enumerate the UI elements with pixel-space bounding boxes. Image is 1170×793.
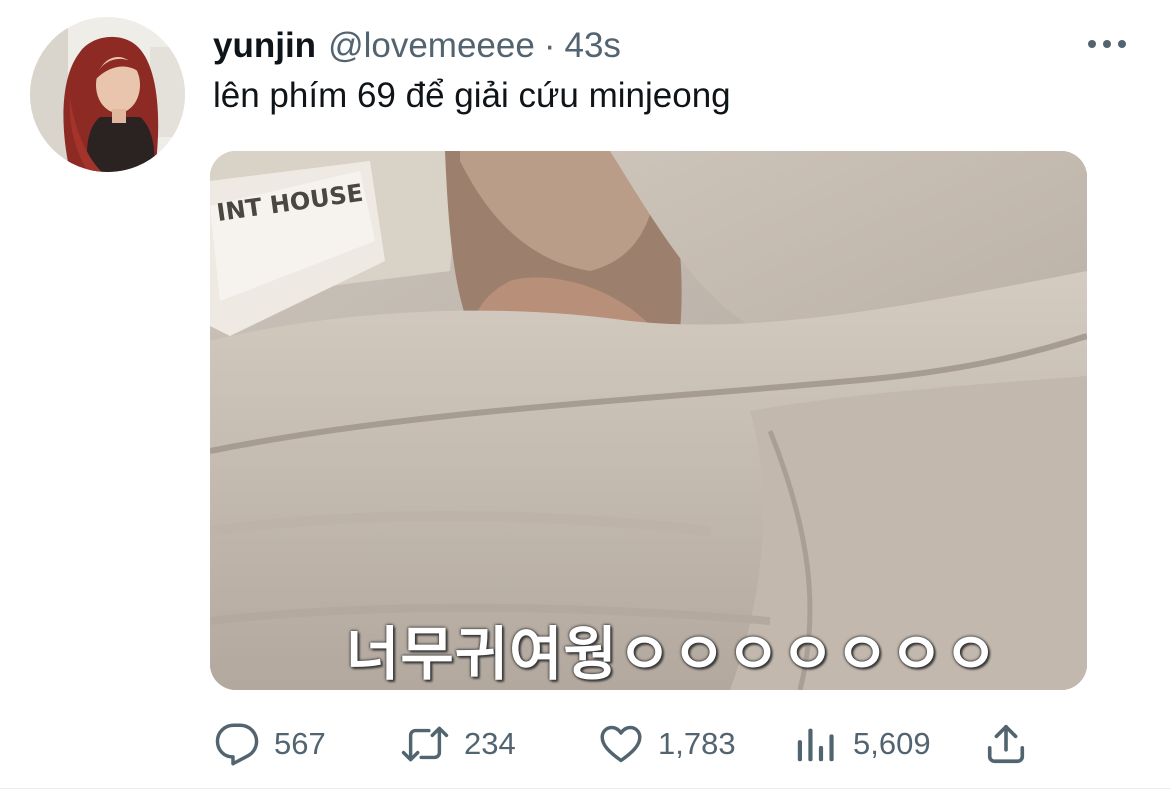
reply-button[interactable]: 567 [214,716,326,772]
media-caption: 너무귀여웡ㅇㅇㅇㅇㅇㅇㅇ [346,620,999,688]
more-options-button[interactable] [1084,28,1130,60]
timestamp[interactable]: 43s [564,22,620,70]
user-handle[interactable]: @lovemeeee [328,22,535,70]
avatar-image [30,17,185,172]
tweet[interactable]: yunjin @lovemeeee · 43s lên phím 69 để g… [0,0,1170,793]
share-button[interactable] [983,716,1029,772]
display-name[interactable]: yunjin [213,22,316,70]
tweet-media[interactable]: INT HOUSE 너무귀여웡ㅇㅇㅇㅇㅇㅇㅇ [210,151,1087,690]
more-horizontal-icon [1088,40,1126,48]
tweet-text: lên phím 69 để giải cứu minjeong [213,76,731,115]
retweet-icon [401,726,449,762]
views-bar-chart-icon [797,728,834,762]
divider [0,788,1170,789]
separator-dot: · [543,26,556,65]
action-bar: 567 234 1,783 5,609 [0,716,1170,772]
reply-bubble-icon [215,723,259,766]
reply-count: 567 [274,726,326,761]
views-button[interactable]: 5,609 [793,716,931,772]
share-upload-icon [987,724,1025,764]
heart-icon [600,725,642,763]
retweet-button[interactable]: 234 [400,716,516,772]
avatar[interactable] [30,17,185,172]
views-count: 5,609 [853,726,931,761]
tweet-header: yunjin @lovemeeee · 43s [213,22,621,70]
like-count: 1,783 [658,726,736,761]
like-button[interactable]: 1,783 [598,716,736,772]
retweet-count: 234 [464,726,516,761]
